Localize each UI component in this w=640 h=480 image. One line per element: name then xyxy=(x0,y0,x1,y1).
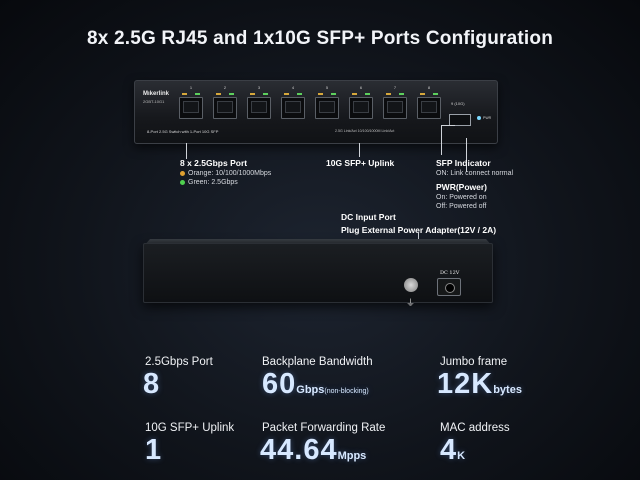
brand-logo: Mıkerlink xyxy=(143,91,170,97)
sfp-indicator-annotation: SFP Indicator ON: Link connect normal xyxy=(436,158,513,177)
spec-unit: Gbps xyxy=(296,384,325,396)
spec-number: 60 xyxy=(262,368,297,400)
spec-value-jumbo: 12Kbytes xyxy=(437,368,522,401)
spec-number: 12K xyxy=(437,368,494,400)
dc-annotation-title: DC Input Port xyxy=(341,212,396,222)
rj45-port xyxy=(315,93,339,119)
connector-line xyxy=(441,125,455,126)
connector-line xyxy=(186,143,187,159)
spec-unit: bytes xyxy=(493,384,522,396)
dc-jack xyxy=(437,278,461,296)
dc-annotation-desc: Plug External Power Adapter(12V / 2A) xyxy=(341,225,497,235)
port-number: 1 xyxy=(189,85,193,90)
spec-label-jumbo: Jumbo frame xyxy=(440,356,508,368)
front-led-legend: 2.5G Link/Act 10/100/1000M Link/Act xyxy=(335,129,395,133)
dc-jack-label: DC 12V xyxy=(440,270,460,276)
spec-label-forwarding: Packet Forwarding Rate xyxy=(262,422,386,434)
sfp-indicator-title: SFP Indicator xyxy=(436,158,491,168)
spec-number: 44.64 xyxy=(260,434,338,466)
spec-label-uplink: 10G SFP+ Uplink xyxy=(145,422,235,434)
ground-screw-icon xyxy=(404,278,418,292)
power-annotation-title: PWR(Power) xyxy=(436,182,487,192)
spec-unit: K xyxy=(457,450,466,462)
orange-led-desc: Orange: 10/100/1000Mbps xyxy=(180,170,271,177)
spec-value-uplink: 1 xyxy=(145,434,162,467)
port-number: 7 xyxy=(393,85,397,90)
spec-number: 1 xyxy=(145,434,163,466)
spec-number: 4 xyxy=(440,434,458,466)
spec-value-mac: 4K xyxy=(440,434,465,467)
spec-unit: Mpps xyxy=(337,450,367,462)
model-number: 2GBT-10G1 xyxy=(143,99,165,104)
power-on-desc: On: Powered on xyxy=(436,194,487,201)
spec-label-mac: MAC address xyxy=(440,422,510,434)
port-number: 3 xyxy=(257,85,261,90)
power-led-label: PWR xyxy=(483,116,492,120)
uplink-annotation-title: 10G SFP+ Uplink xyxy=(326,158,395,168)
port-annotation: 8 x 2.5Gbps Port Orange: 10/100/1000Mbps… xyxy=(180,158,271,186)
spec-value-forwarding: 44.64Mpps xyxy=(260,434,366,467)
power-led-icon xyxy=(477,116,481,120)
port-number: 2 xyxy=(223,85,227,90)
port-number: 8 xyxy=(427,85,431,90)
orange-led-text: Orange: 10/100/1000Mbps xyxy=(188,170,272,177)
page-title: 8x 2.5G RJ45 and 1x10G SFP+ Ports Config… xyxy=(86,28,554,49)
front-caption: 8-Port 2.5G Switch with 1-Port 10G SFP xyxy=(147,129,219,134)
spec-label-ports: 2.5Gbps Port xyxy=(145,356,213,368)
orange-dot-icon xyxy=(180,170,185,176)
green-led-text: Green: 2.5Gbps xyxy=(188,179,238,186)
port-number: 4 xyxy=(291,85,295,90)
connector-line xyxy=(359,143,360,157)
green-dot-icon xyxy=(180,179,185,185)
uplink-annotation: 10G SFP+ Uplink xyxy=(326,158,394,168)
connector-line xyxy=(441,125,442,155)
rj45-port xyxy=(383,93,407,119)
port-number: 6 xyxy=(359,85,363,90)
rj45-port xyxy=(417,93,441,119)
power-annotation: PWR(Power) On: Powered on Off: Powered o… xyxy=(436,182,487,210)
rj45-port xyxy=(213,93,237,119)
spec-label-bandwidth: Backplane Bandwidth xyxy=(262,356,373,368)
ground-symbol-icon: ⏚ xyxy=(406,298,416,308)
spec-value-ports: 8 xyxy=(143,368,160,401)
spec-value-bandwidth: 60Gbps(non-blocking) xyxy=(262,368,369,401)
rj45-port xyxy=(281,93,305,119)
rj45-port xyxy=(179,93,203,119)
power-off-desc: Off: Powered off xyxy=(436,203,487,210)
spec-number: 8 xyxy=(143,368,161,400)
rj45-port xyxy=(247,93,271,119)
sfp-port-label: 9 (10G) xyxy=(451,101,465,106)
rj45-port xyxy=(349,93,373,119)
spec-unit-note: (non-blocking) xyxy=(324,388,369,395)
green-led-desc: Green: 2.5Gbps xyxy=(180,179,271,186)
sfp-indicator-desc: ON: Link connect normal xyxy=(436,170,514,177)
dc-annotation: DC Input Port Plug External Power Adapte… xyxy=(341,212,496,235)
port-number: 5 xyxy=(325,85,329,90)
port-annotation-title: 8 x 2.5Gbps Port xyxy=(180,158,248,168)
switch-front-panel: Mıkerlink 2GBT-10G1 1 2 3 4 5 6 7 8 9 (1… xyxy=(134,80,498,144)
